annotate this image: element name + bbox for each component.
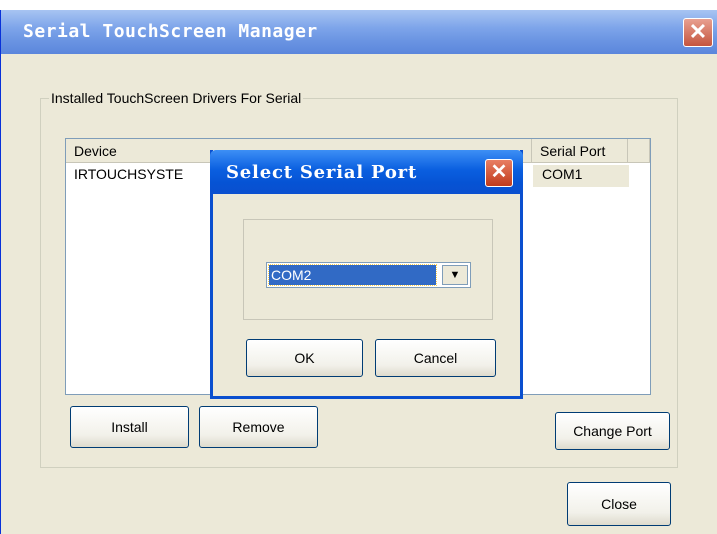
window-title: Serial TouchScreen Manager (23, 21, 318, 42)
serial-port-select[interactable]: COM2 ▼ (266, 262, 471, 288)
close-button[interactable]: Close (567, 482, 671, 526)
selected-port-value[interactable]: COM2 (268, 264, 437, 286)
column-header-filler (628, 139, 650, 163)
install-button[interactable]: Install (70, 406, 189, 448)
close-icon[interactable]: ✕ (683, 18, 713, 47)
chevron-down-icon[interactable]: ▼ (442, 265, 468, 285)
main-titlebar[interactable]: Serial TouchScreen Manager ✕ (1, 10, 717, 54)
table-cell-device[interactable]: IRTOUCHSYSTE (74, 166, 183, 182)
group-label: Installed TouchScreen Drivers For Serial (49, 90, 304, 106)
dialog-title: Select Serial Port (226, 162, 418, 183)
column-header-serial-port[interactable]: Serial Port (532, 139, 628, 163)
remove-button[interactable]: Remove (199, 406, 318, 448)
cancel-button[interactable]: Cancel (375, 339, 496, 377)
dialog-close-icon[interactable]: ✕ (485, 159, 513, 187)
ok-button[interactable]: OK (246, 339, 363, 377)
change-port-button[interactable]: Change Port (555, 412, 670, 450)
table-cell-port[interactable]: COM1 (542, 166, 582, 182)
